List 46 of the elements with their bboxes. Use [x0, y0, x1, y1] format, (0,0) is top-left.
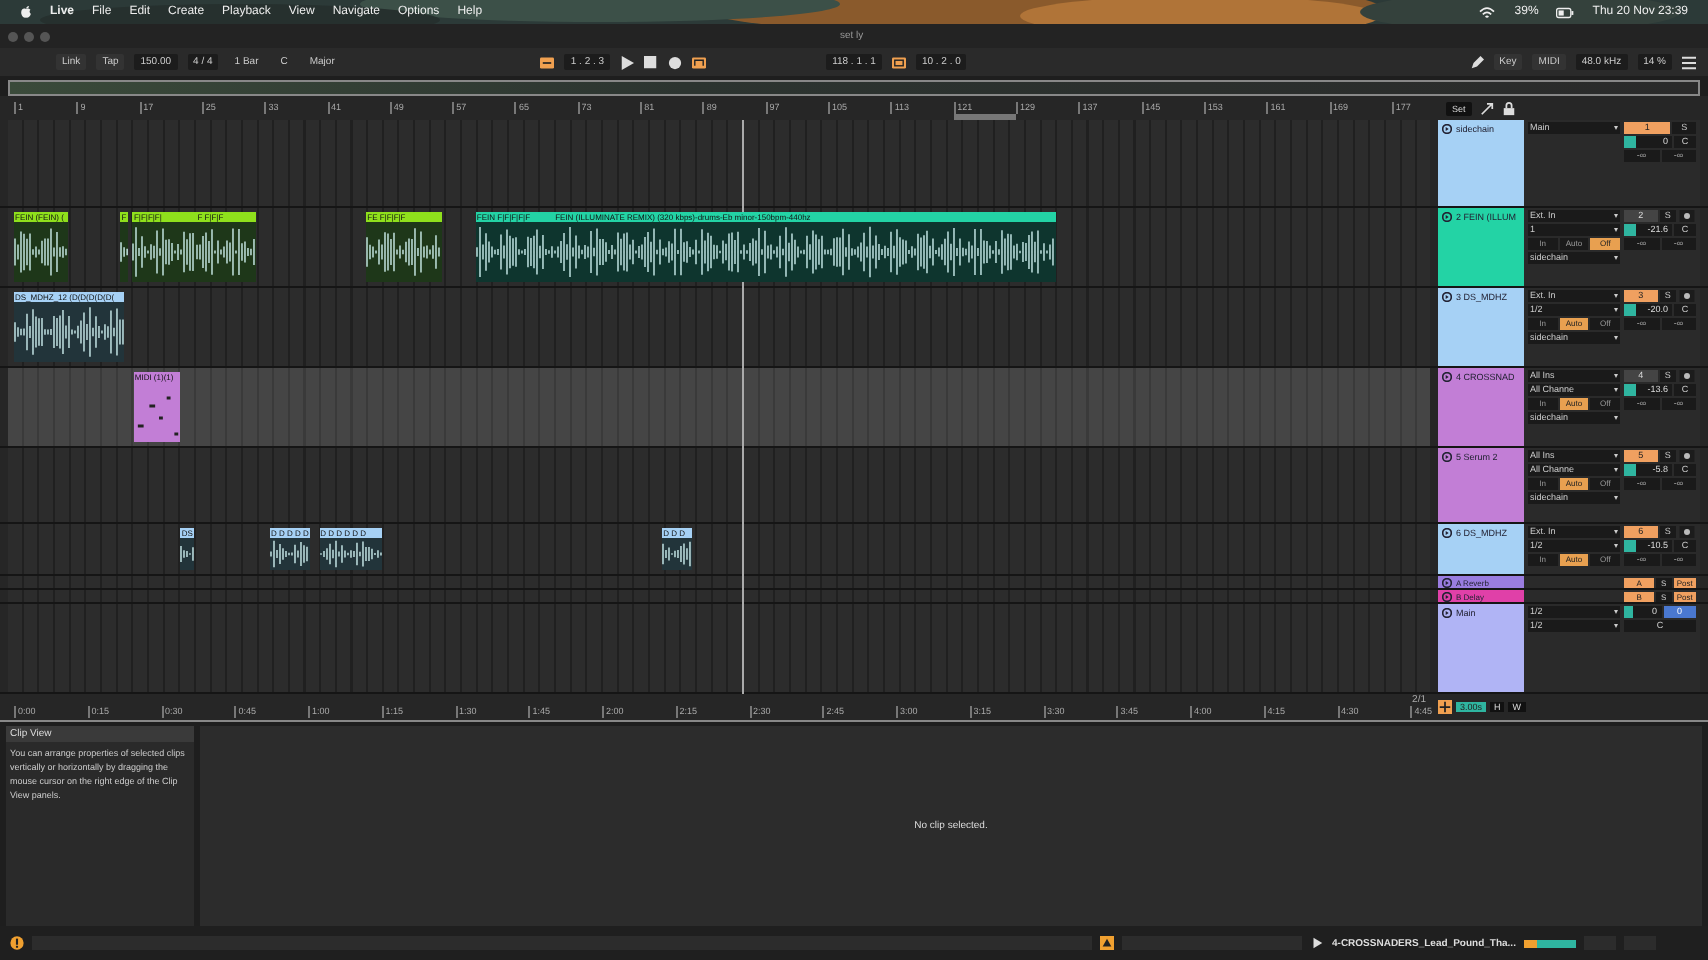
pencil-icon[interactable] [1469, 55, 1484, 69]
waveform [180, 538, 194, 570]
waveform [269, 538, 310, 570]
waveform [366, 222, 443, 282]
warning-icon[interactable] [1100, 936, 1114, 950]
record-arm-icon[interactable] [1678, 210, 1696, 222]
play-icon[interactable] [1310, 936, 1324, 950]
play-icon[interactable] [620, 55, 635, 69]
fold-icon[interactable] [1442, 372, 1452, 382]
loop-icon[interactable] [692, 55, 707, 69]
waveform [662, 538, 692, 570]
fold-icon[interactable] [1442, 608, 1452, 618]
menu-icon[interactable] [1682, 55, 1696, 69]
fold-icon[interactable] [1442, 124, 1452, 134]
waveform [319, 538, 382, 570]
fold-icon[interactable] [1442, 591, 1452, 601]
apple-icon[interactable] [20, 4, 32, 20]
fold-icon[interactable] [1442, 292, 1452, 302]
record-arm-icon[interactable] [1678, 450, 1696, 462]
record-arm-icon[interactable] [1678, 290, 1696, 302]
loop-icon[interactable] [891, 55, 906, 69]
fold-icon[interactable] [1442, 452, 1452, 462]
stop-icon[interactable] [644, 55, 659, 69]
fold-icon[interactable] [1442, 577, 1452, 587]
waveform [120, 222, 129, 282]
track-lane[interactable] [8, 448, 1430, 522]
info-icon[interactable] [10, 936, 24, 950]
waveform [14, 302, 124, 362]
track-lane[interactable] [8, 604, 1430, 692]
waveform [196, 222, 257, 282]
lock-icon[interactable] [1501, 101, 1516, 115]
track-lane[interactable] [8, 590, 1430, 602]
cpu-meter [1523, 939, 1576, 947]
wifi-icon[interactable] [1478, 5, 1497, 19]
waveform [132, 222, 197, 282]
waveform [14, 222, 69, 282]
record-arm-icon[interactable] [1678, 526, 1696, 538]
track-lane[interactable] [8, 576, 1430, 588]
fold-icon[interactable] [1442, 212, 1452, 222]
record-icon[interactable] [668, 55, 683, 69]
record-arm-icon[interactable] [1678, 370, 1696, 382]
arrangement-overview[interactable] [8, 80, 1700, 96]
fold-icon[interactable] [1442, 528, 1452, 538]
track-lane[interactable] [8, 120, 1430, 206]
battery-icon[interactable] [1556, 5, 1575, 19]
expand-icon[interactable] [1479, 101, 1494, 115]
